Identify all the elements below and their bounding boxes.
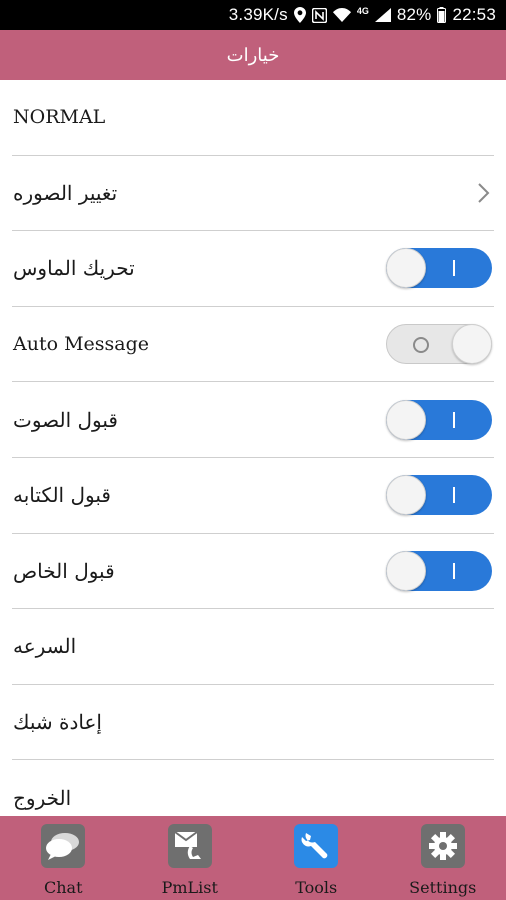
setting-move-mouse: تحريك الماوس <box>12 231 494 307</box>
chevron-right-icon <box>478 183 490 203</box>
location-icon <box>293 6 306 24</box>
nav-pmlist[interactable]: PmList <box>127 816 254 900</box>
setting-label: قبول الصوت <box>13 407 118 432</box>
nav-tools[interactable]: Tools <box>253 816 380 900</box>
toggle-switch[interactable] <box>386 475 492 516</box>
toggle-on-mark <box>453 411 455 428</box>
tools-icon <box>294 824 339 868</box>
setting-exit[interactable]: الخروج <box>12 760 494 816</box>
network-type: 4G <box>356 6 369 16</box>
nav-label: PmList <box>161 878 218 897</box>
setting-label: قبول الخاص <box>13 558 115 583</box>
setting-change-image[interactable]: تغيير الصوره <box>12 156 494 232</box>
bottom-nav: Chat PmList Tools Settings <box>0 816 506 900</box>
toggle-on-mark <box>453 487 455 504</box>
toggle-on-mark <box>453 562 455 579</box>
header-bar: خيارات <box>0 30 506 80</box>
setting-speed[interactable]: السرعه <box>12 609 494 685</box>
setting-accept-private: قبول الخاص <box>12 534 494 610</box>
toggle-off-mark <box>413 337 429 354</box>
toggle-switch[interactable] <box>386 399 492 440</box>
setting-label: الخروج <box>13 786 72 811</box>
toggle-switch[interactable] <box>386 324 492 365</box>
nfc-icon <box>311 6 327 24</box>
battery-percent: 82% <box>396 5 432 24</box>
setting-label: السرعه <box>13 634 77 659</box>
setting-label: قبول الكتابه <box>13 483 111 508</box>
settings-list: NORMAL تغيير الصوره تحريك الماوس Auto Me… <box>0 80 506 816</box>
nav-label: Tools <box>295 878 338 897</box>
signal-icon <box>374 6 391 24</box>
battery-icon <box>437 6 447 24</box>
toggle-on-mark <box>453 260 455 277</box>
toggle-knob <box>386 399 426 440</box>
setting-auto-message: Auto Message <box>12 307 494 383</box>
toggle-switch[interactable] <box>386 550 492 591</box>
setting-reconnect[interactable]: إعادة شبك <box>12 685 494 761</box>
toggle-knob <box>386 475 426 516</box>
clock: 22:53 <box>452 5 496 24</box>
settings-icon <box>420 824 465 868</box>
nav-settings[interactable]: Settings <box>380 816 506 900</box>
setting-label: NORMAL <box>13 106 106 129</box>
setting-label: Auto Message <box>13 333 150 356</box>
toggle-switch[interactable] <box>386 248 492 289</box>
setting-label: إعادة شبك <box>13 710 102 735</box>
nav-label: Chat <box>43 878 83 897</box>
chat-icon <box>41 824 86 868</box>
nav-chat[interactable]: Chat <box>0 816 127 900</box>
wifi-icon <box>332 6 351 24</box>
setting-label: تحريك الماوس <box>13 256 135 281</box>
network-speed: 3.39K/s <box>228 5 288 24</box>
setting-normal[interactable]: NORMAL <box>12 80 494 156</box>
setting-label: تغيير الصوره <box>13 180 118 205</box>
toggle-knob <box>452 324 492 365</box>
nav-label: Settings <box>409 878 477 897</box>
pm-list-icon <box>167 824 212 868</box>
status-bar: 3.39K/s 4G 82% 22:53 <box>0 0 506 30</box>
toggle-knob <box>386 248 426 289</box>
toggle-knob <box>386 550 426 591</box>
setting-accept-typing: قبول الكتابه <box>12 458 494 534</box>
setting-accept-voice: قبول الصوت <box>12 382 494 458</box>
page-title: خيارات <box>226 44 280 66</box>
